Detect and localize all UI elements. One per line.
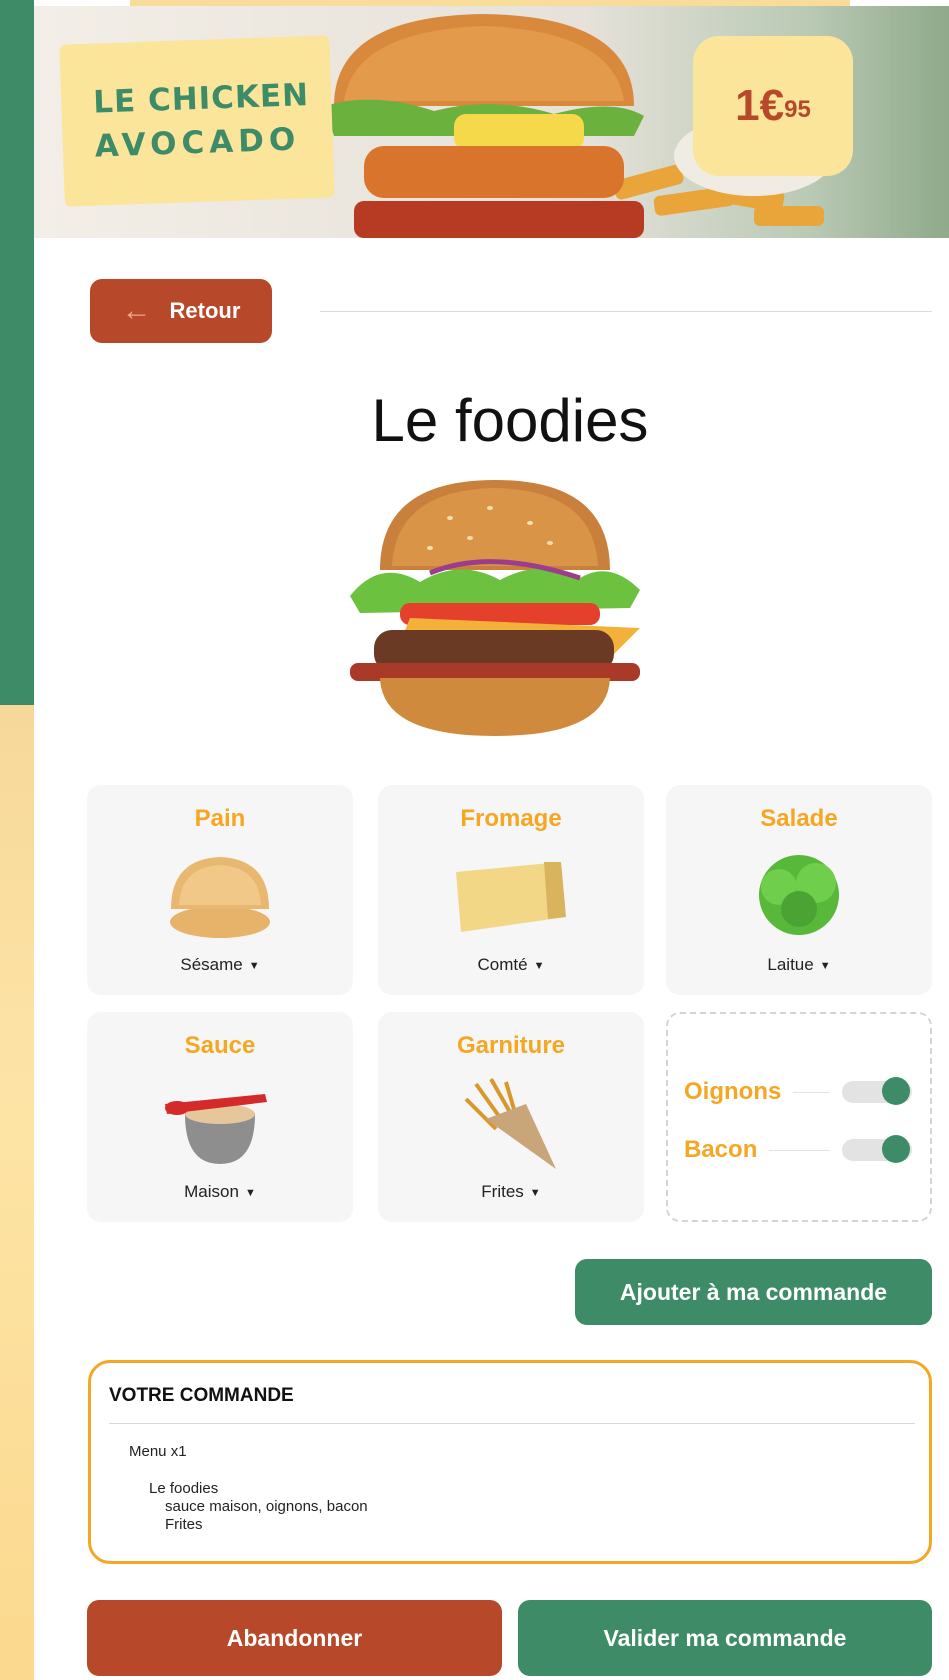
cheese-image bbox=[456, 862, 566, 932]
option-card-salade[interactable]: Salade Laitue ▼ bbox=[666, 785, 932, 995]
option-select-fromage[interactable]: Comté ▼ bbox=[378, 955, 644, 975]
order-menu-line: Menu x1 bbox=[129, 1443, 187, 1460]
divider bbox=[793, 1091, 830, 1093]
fries-image bbox=[464, 1078, 556, 1169]
option-title: Pain bbox=[194, 805, 246, 832]
side-decoration-yellow bbox=[0, 705, 34, 1680]
sauce-image bbox=[165, 1094, 267, 1164]
arrow-left-icon: ← bbox=[121, 294, 152, 327]
option-title: Salade bbox=[760, 805, 838, 832]
extra-label: Bacon bbox=[684, 1136, 758, 1163]
order-item-name: Le foodies bbox=[149, 1480, 219, 1497]
side-decoration-green bbox=[0, 0, 34, 705]
extras-card: Oignons Bacon bbox=[666, 1012, 932, 1222]
caret-down-icon: ▼ bbox=[529, 1186, 541, 1199]
extra-row-bacon: Bacon bbox=[684, 1132, 912, 1168]
cancel-button[interactable]: Abandonner bbox=[87, 1600, 502, 1676]
option-title: Sauce bbox=[184, 1032, 256, 1059]
caret-down-icon: ▼ bbox=[244, 1186, 256, 1199]
extra-label: Oignons bbox=[684, 1078, 782, 1105]
extra-row-oignons: Oignons bbox=[684, 1074, 912, 1110]
promo-banner[interactable]: LE CHICKEN AVOCADO 1€ 95 bbox=[34, 6, 949, 238]
back-button[interactable]: ← Retour bbox=[90, 279, 272, 343]
caret-down-icon: ▼ bbox=[533, 959, 545, 972]
product-title: Le foodies bbox=[371, 387, 649, 454]
option-card-fromage[interactable]: Fromage Comté ▼ bbox=[378, 785, 644, 995]
order-item-side: Frites bbox=[165, 1516, 203, 1533]
banner-title: LE CHICKEN AVOCADO bbox=[59, 35, 335, 207]
toggle-bacon[interactable] bbox=[842, 1135, 912, 1163]
divider bbox=[769, 1149, 830, 1151]
toggle-oignons[interactable] bbox=[842, 1077, 912, 1105]
option-title: Garniture bbox=[456, 1032, 566, 1059]
divider bbox=[109, 1423, 915, 1424]
option-value: Frites bbox=[481, 1182, 524, 1201]
validate-order-button[interactable]: Valider ma commande bbox=[518, 1600, 932, 1676]
caret-down-icon: ▼ bbox=[248, 959, 260, 972]
option-card-garniture[interactable]: Garniture Frites ▼ bbox=[378, 1012, 644, 1222]
option-select-salade[interactable]: Laitue ▼ bbox=[666, 955, 932, 975]
option-select-garniture[interactable]: Frites ▼ bbox=[378, 1182, 644, 1202]
option-card-pain[interactable]: Pain Sésame ▼ bbox=[87, 785, 353, 995]
option-value: Sésame bbox=[180, 955, 243, 974]
lettuce-image bbox=[759, 855, 839, 935]
toggle-knob bbox=[882, 1135, 910, 1163]
option-value: Comté bbox=[477, 955, 528, 974]
divider bbox=[320, 311, 932, 312]
bun-image bbox=[170, 857, 270, 938]
order-item-details: sauce maison, oignons, bacon bbox=[165, 1498, 368, 1515]
option-value: Laitue bbox=[767, 955, 814, 974]
order-summary: VOTRE COMMANDE Menu x1 Le foodies sauce … bbox=[88, 1360, 932, 1564]
back-button-label: Retour bbox=[169, 298, 241, 323]
price-main: 1€ bbox=[735, 81, 785, 130]
price-cents: 95 bbox=[784, 96, 811, 123]
option-title: Fromage bbox=[460, 805, 562, 832]
order-heading: VOTRE COMMANDE bbox=[109, 1385, 294, 1406]
toggle-knob bbox=[882, 1077, 910, 1105]
option-select-pain[interactable]: Sésame ▼ bbox=[87, 955, 353, 975]
product-burger-image bbox=[350, 480, 640, 736]
banner-title-line2: AVOCADO bbox=[94, 121, 301, 165]
add-to-order-button[interactable]: Ajouter à ma commande bbox=[575, 1259, 932, 1325]
option-select-sauce[interactable]: Maison ▼ bbox=[87, 1182, 353, 1202]
option-card-sauce[interactable]: Sauce Maison ▼ bbox=[87, 1012, 353, 1222]
caret-down-icon: ▼ bbox=[819, 959, 831, 972]
option-value: Maison bbox=[184, 1182, 239, 1201]
banner-price: 1€ 95 bbox=[693, 36, 853, 176]
